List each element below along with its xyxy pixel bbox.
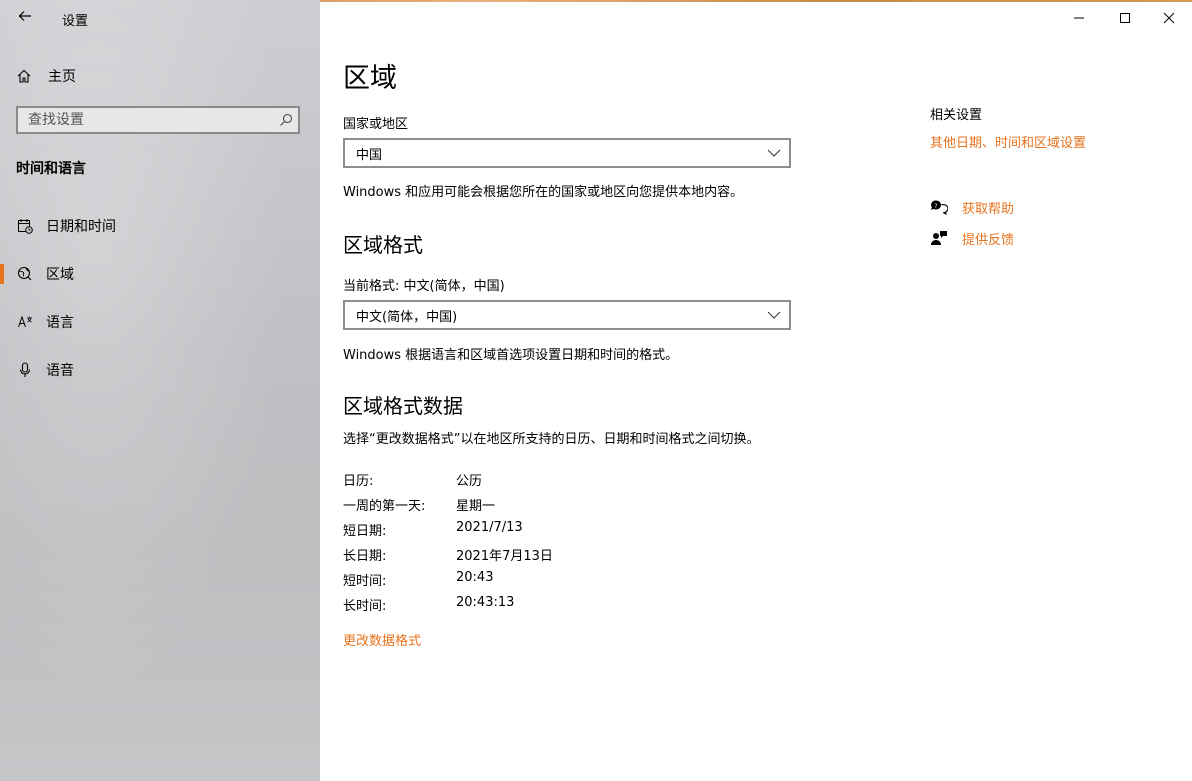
give-feedback-label: 提供反馈	[962, 232, 1015, 248]
search-input[interactable]	[18, 111, 274, 129]
data-row-long-time: 长时间: 20:43:13	[343, 595, 514, 614]
additional-date-time-region-link[interactable]: 其他日期、时间和区域设置	[930, 132, 1086, 151]
data-key: 长时间:	[343, 599, 387, 614]
format-description: Windows 根据语言和区域首选项设置日期和时间的格式。	[343, 348, 679, 363]
feedback-icon	[930, 230, 950, 246]
data-key: 日历:	[343, 474, 374, 489]
current-format-label: 当前格式: 中文(简体，中国)	[343, 279, 505, 294]
minimize-icon	[1074, 17, 1084, 19]
sidebar-item-label: 语言	[46, 315, 74, 331]
back-button[interactable]	[12, 6, 38, 30]
data-value: 公历	[456, 474, 483, 489]
svg-text:?: ?	[934, 203, 937, 210]
minimize-button[interactable]	[1056, 4, 1102, 32]
app-title: 设置	[62, 14, 89, 29]
sidebar: 设置 主页 时间和语言 日期和时间 区域 语言	[0, 0, 320, 781]
back-arrow-icon	[18, 11, 31, 21]
data-row-short-date: 短日期: 2021/7/13	[343, 520, 523, 539]
data-row-long-date: 长日期: 2021年7月13日	[343, 545, 553, 564]
data-value: 20:43:13	[456, 595, 515, 610]
sidebar-item-date-time[interactable]: 日期和时间	[0, 206, 320, 246]
search-box[interactable]	[16, 106, 300, 134]
data-key: 短时间:	[343, 574, 387, 589]
page-title: 区域	[343, 63, 397, 94]
format-dropdown[interactable]: 中文(简体，中国)	[343, 300, 791, 330]
selection-indicator	[0, 264, 4, 284]
home-icon	[16, 68, 34, 84]
home-label: 主页	[48, 69, 76, 85]
get-help-link[interactable]: ? 获取帮助	[930, 196, 1014, 218]
close-icon	[1163, 12, 1175, 24]
home-nav-item[interactable]: 主页	[16, 64, 76, 88]
help-chat-icon: ?	[930, 199, 950, 215]
language-icon	[16, 314, 34, 330]
sidebar-item-speech[interactable]: 语音	[0, 350, 320, 390]
data-row-short-time: 短时间: 20:43	[343, 570, 493, 589]
data-key: 长日期:	[343, 549, 387, 564]
give-feedback-link[interactable]: 提供反馈	[930, 227, 1014, 249]
sidebar-item-label: 区域	[46, 267, 74, 283]
microphone-icon	[16, 362, 34, 378]
sidebar-item-language[interactable]: 语言	[0, 302, 320, 342]
search-icon[interactable]	[274, 113, 298, 127]
get-help-label: 获取帮助	[962, 201, 1015, 217]
close-button[interactable]	[1146, 4, 1192, 32]
maximize-icon	[1120, 13, 1130, 23]
country-selected-value: 中国	[356, 147, 383, 163]
selection-indicator	[0, 216, 4, 236]
data-row-first-day: 一周的第一天: 星期一	[343, 495, 495, 514]
format-data-heading: 区域格式数据	[343, 394, 463, 418]
sidebar-item-label: 语音	[46, 363, 74, 379]
country-dropdown[interactable]: 中国	[343, 138, 791, 168]
data-row-calendar: 日历: 公历	[343, 470, 482, 489]
data-key: 短日期:	[343, 524, 387, 539]
calendar-clock-icon	[16, 218, 34, 234]
section-title: 时间和语言	[16, 161, 86, 177]
sidebar-item-region[interactable]: 区域	[0, 254, 320, 294]
country-label: 国家或地区	[343, 117, 409, 132]
globe-icon	[16, 266, 34, 282]
sidebar-item-label: 日期和时间	[46, 219, 116, 235]
format-heading: 区域格式	[343, 233, 423, 257]
format-data-description: 选择“更改数据格式”以在地区所支持的日历、日期和时间格式之间切换。	[343, 432, 760, 447]
data-value: 星期一	[456, 499, 496, 514]
data-value: 2021/7/13	[456, 520, 523, 535]
country-description: Windows 和应用可能会根据您所在的国家或地区向您提供本地内容。	[343, 185, 744, 200]
change-data-format-link[interactable]: 更改数据格式	[343, 630, 421, 649]
data-value: 20:43	[456, 570, 494, 585]
chevron-down-icon	[767, 311, 781, 319]
chevron-down-icon	[767, 149, 781, 157]
maximize-button[interactable]	[1102, 4, 1148, 32]
selection-indicator	[0, 312, 4, 332]
related-settings-title: 相关设置	[930, 108, 983, 123]
format-selected-value: 中文(简体，中国)	[356, 309, 458, 325]
data-key: 一周的第一天:	[343, 499, 426, 514]
data-value: 2021年7月13日	[456, 549, 553, 564]
selection-indicator	[0, 360, 4, 380]
